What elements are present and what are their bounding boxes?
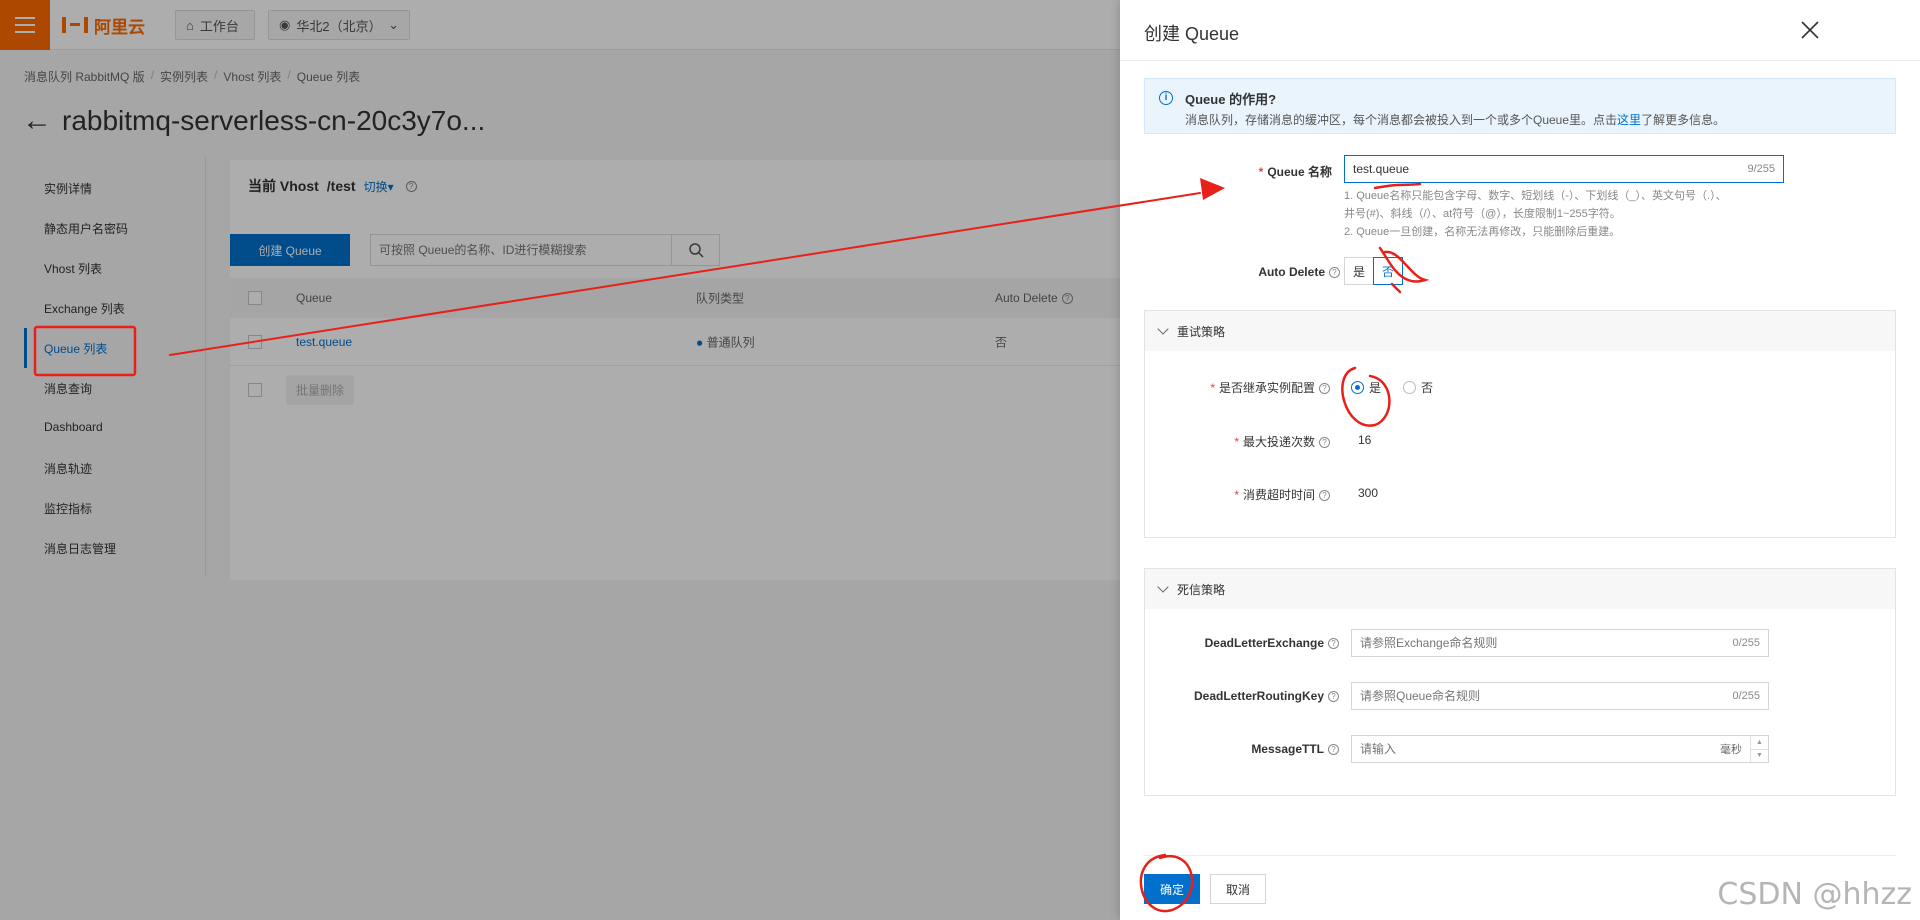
dle-field: 0/255 — [1351, 629, 1769, 657]
hint-line: 井号(#)、斜线（/）、at符号（@），长度限制1~255字符。 — [1344, 208, 1621, 220]
cancel-button[interactable]: 取消 — [1210, 874, 1266, 904]
char-count: 0/255 — [1732, 690, 1760, 702]
help-icon[interactable]: ? — [1319, 437, 1330, 449]
drawer-title: 创建 Queue — [1144, 24, 1240, 44]
max-delivery-label-text: 最大投递次数 — [1242, 435, 1315, 449]
help-icon[interactable]: ? — [1319, 383, 1330, 395]
max-delivery-label: * 最大投递次数? — [1234, 433, 1330, 450]
help-icon[interactable]: ? — [1328, 638, 1339, 650]
help-icon[interactable]: ? — [1328, 744, 1339, 756]
chevron-down-icon — [1157, 323, 1169, 335]
help-icon[interactable]: ? — [1328, 691, 1339, 703]
queue-name-label: * Queue 名称 — [1258, 165, 1332, 179]
auto-delete-label: Auto Delete? — [1258, 265, 1340, 279]
info-text: 消息队列，存储消息的缓冲区，每个消息都会被投入到一个或多个Queue里。点击这里… — [1185, 111, 1725, 128]
inherit-yes-label: 是 — [1369, 381, 1382, 395]
info-title: Queue 的作用? — [1185, 92, 1277, 107]
confirm-button[interactable]: 确定 — [1144, 874, 1200, 904]
info-banner: i Queue 的作用? 消息队列，存储消息的缓冲区，每个消息都会被投入到一个或… — [1144, 78, 1896, 134]
hint-line: 1. Queue名称只能包含字母、数字、短划线（-）、下划线（_）、英文句号（.… — [1344, 190, 1727, 202]
divider — [1120, 60, 1920, 61]
retry-policy-header[interactable]: 重试策略 — [1145, 311, 1895, 351]
queue-name-hint: 1. Queue名称只能包含字母、数字、短划线（-）、下划线（_）、英文句号（.… — [1344, 187, 1727, 241]
auto-delete-yes-button[interactable]: 是 — [1344, 257, 1374, 285]
help-icon[interactable]: ? — [1329, 267, 1340, 279]
char-count: 9/255 — [1747, 163, 1775, 175]
info-icon: i — [1159, 91, 1173, 105]
dead-letter-title: 死信策略 — [1177, 582, 1226, 597]
auto-delete-label-text: Auto Delete — [1258, 265, 1325, 279]
auto-delete-toggle: 是 否 — [1344, 257, 1403, 285]
retry-policy-title: 重试策略 — [1177, 324, 1226, 339]
dlrk-field: 0/255 — [1351, 682, 1769, 710]
ttl-stepper[interactable]: ▲ ▼ — [1750, 736, 1768, 762]
ttl-field: 毫秒 ▲ ▼ — [1351, 735, 1769, 763]
info-text-before: 消息队列，存储消息的缓冲区，每个消息都会被投入到一个或多个Queue里。点击 — [1185, 113, 1618, 127]
ttl-input[interactable] — [1352, 736, 1720, 762]
dle-input[interactable] — [1352, 630, 1733, 656]
inherit-no-label: 否 — [1421, 381, 1434, 395]
create-queue-drawer: 创建 Queue i Queue 的作用? 消息队列，存储消息的缓冲区，每个消息… — [1120, 0, 1920, 920]
dlrk-label: DeadLetterRoutingKey? — [1194, 689, 1339, 703]
inherit-config-label: * 是否继承实例配置? — [1210, 379, 1330, 396]
consume-timeout-value: 300 — [1358, 486, 1379, 500]
consume-timeout-label: * 消费超时时间? — [1234, 486, 1330, 503]
close-icon[interactable] — [1798, 18, 1822, 42]
ttl-label: MessageTTL? — [1251, 742, 1339, 756]
dle-label: DeadLetterExchange? — [1205, 636, 1339, 650]
consume-timeout-label-text: 消费超时时间 — [1242, 488, 1315, 502]
help-icon[interactable]: ? — [1319, 490, 1330, 502]
char-count: 0/255 — [1732, 637, 1760, 649]
dead-letter-section: 死信策略 DeadLetterExchange? 0/255 DeadLette… — [1144, 568, 1896, 796]
watermark: CSDN @hhzz — [1717, 877, 1912, 912]
queue-name-field: 9/255 — [1344, 155, 1784, 183]
footer-divider — [1144, 855, 1896, 856]
radio-checked-icon — [1351, 381, 1364, 394]
inherit-no-radio[interactable]: 否 — [1403, 379, 1433, 396]
queue-name-input[interactable] — [1345, 156, 1748, 182]
dlrk-label-text: DeadLetterRoutingKey — [1193, 689, 1324, 703]
max-delivery-value: 16 — [1358, 433, 1372, 447]
radio-unchecked-icon — [1403, 381, 1416, 394]
hint-line: 2. Queue一旦创建，名称无法再修改，只能删除后重建。 — [1344, 226, 1621, 238]
dead-letter-header[interactable]: 死信策略 — [1145, 569, 1895, 609]
dle-label-text: DeadLetterExchange — [1204, 636, 1324, 650]
info-text-after: 了解更多信息。 — [1641, 113, 1726, 127]
dlrk-input[interactable] — [1352, 683, 1733, 709]
inherit-config-label-text: 是否继承实例配置 — [1218, 381, 1315, 395]
queue-name-label-text: Queue 名称 — [1267, 165, 1332, 179]
stepper-down-icon[interactable]: ▼ — [1751, 750, 1768, 763]
auto-delete-no-button[interactable]: 否 — [1373, 257, 1403, 285]
retry-policy-section: 重试策略 * 是否继承实例配置? 是 否 * 最大投递次数? 16 * 消费超时时间?… — [1144, 310, 1896, 538]
stepper-up-icon[interactable]: ▲ — [1751, 736, 1768, 750]
ttl-label-text: MessageTTL — [1251, 742, 1324, 756]
chevron-down-icon — [1157, 581, 1169, 593]
modal-overlay[interactable] — [0, 0, 1120, 920]
inherit-yes-radio[interactable]: 是 — [1351, 379, 1381, 396]
learn-more-link[interactable]: 这里 — [1617, 113, 1641, 127]
